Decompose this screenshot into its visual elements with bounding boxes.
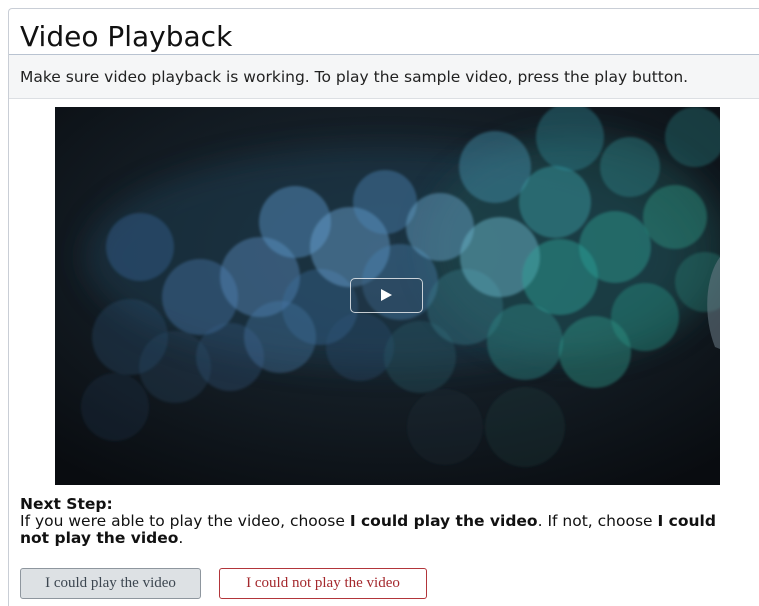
next-step-option-yes: I could play the video bbox=[349, 512, 538, 530]
next-step-text-after: . bbox=[178, 529, 184, 547]
next-step-instructions: If you were able to play the video, choo… bbox=[20, 512, 716, 547]
next-step-heading: Next Step: bbox=[20, 495, 113, 513]
next-step-text-middle: . If not, choose bbox=[537, 512, 658, 530]
could-play-button[interactable]: I could play the video bbox=[20, 568, 201, 599]
instructions-bar: Make sure video playback is working. To … bbox=[9, 55, 759, 99]
sample-video-player[interactable] bbox=[55, 107, 720, 485]
page-title: Video Playback bbox=[20, 20, 233, 53]
instructions-text: Make sure video playback is working. To … bbox=[20, 68, 689, 86]
play-icon bbox=[381, 289, 392, 301]
could-not-play-button[interactable]: I could not play the video bbox=[219, 568, 427, 599]
video-playback-panel: Video Playback Make sure video playback … bbox=[8, 8, 759, 606]
play-button[interactable] bbox=[350, 278, 423, 313]
next-step-section: Next Step: If you were able to play the … bbox=[20, 496, 740, 547]
next-step-text-before: If you were able to play the video, choo… bbox=[20, 512, 350, 530]
